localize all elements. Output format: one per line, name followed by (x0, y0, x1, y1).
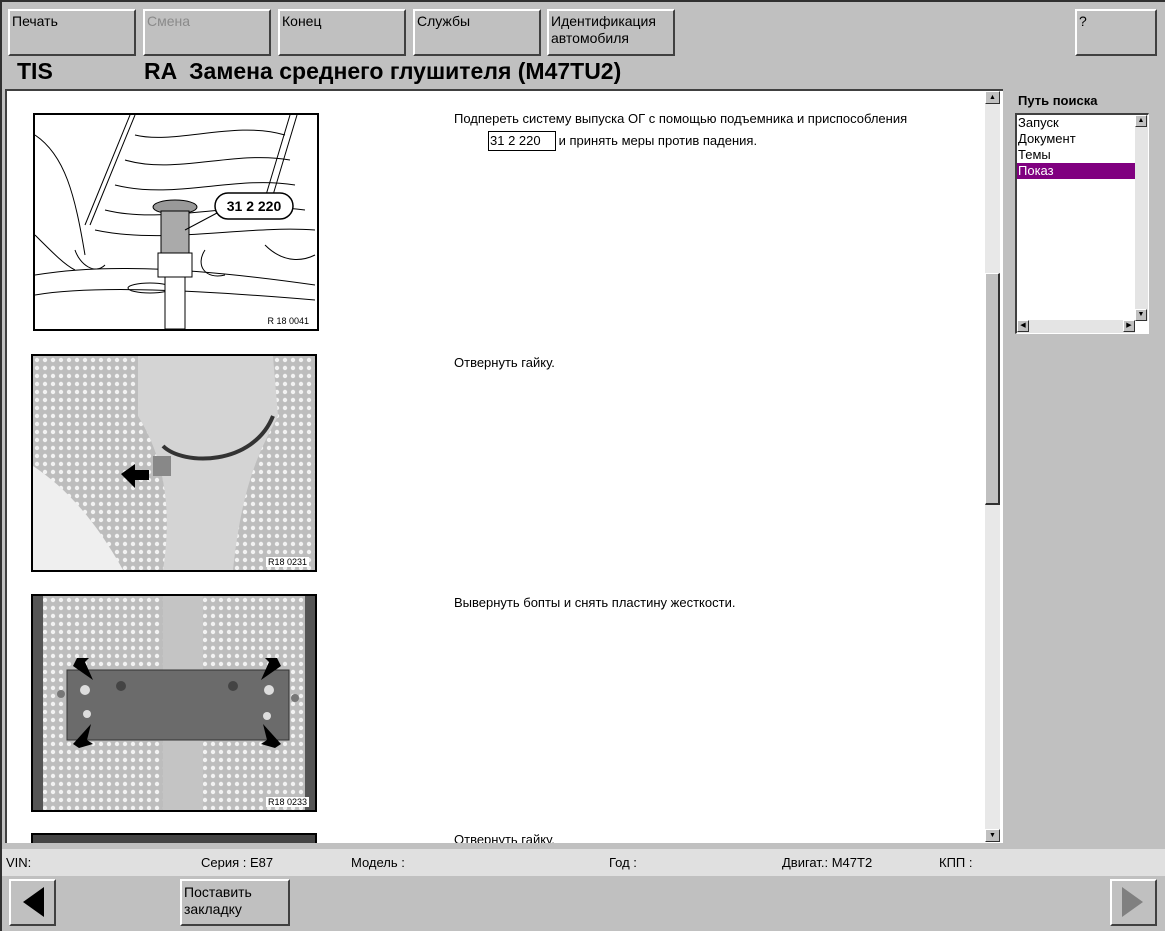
scroll-down-button[interactable]: ▼ (985, 829, 1000, 842)
help-button[interactable]: ? (1075, 9, 1157, 56)
print-button[interactable]: Печать (8, 9, 136, 56)
set-bookmark-button[interactable]: Поставить закладку (180, 879, 290, 926)
next-button[interactable] (1110, 879, 1157, 926)
list-scroll-right-icon[interactable]: ▶ (1123, 320, 1135, 332)
nut-photo (33, 356, 315, 570)
figure-code: R 18 0041 (265, 316, 311, 326)
arrow-left-icon (23, 887, 44, 917)
step-1-text: Подпереть систему выпуска ОГ с помощью п… (454, 108, 924, 152)
figure-code: R18 0231 (265, 557, 309, 567)
list-vertical-scrollbar[interactable]: ▲ ▼ (1135, 115, 1148, 321)
jack-illustration: 31 2 220 (35, 115, 316, 329)
search-path-list[interactable]: Запуск Документ Темы Показ ▲ ▼ ◀ ▶ (1015, 113, 1149, 334)
vehicle-identification-button[interactable]: Идентификация автомобиля (547, 9, 675, 56)
figure-jack-support: 31 2 220 R 18 0041 (33, 113, 319, 331)
tool-number-link[interactable]: 31 2 220 (488, 131, 556, 151)
vehicle-id-label-1: Идентификация (551, 13, 656, 29)
previous-button[interactable] (9, 879, 56, 926)
tool-callout: 31 2 220 (227, 198, 282, 214)
scroll-thumb[interactable] (985, 273, 1000, 505)
search-path-item[interactable]: Документ (1017, 131, 1135, 147)
step-1-text-after: и принять меры против падения. (558, 133, 758, 148)
services-label: Службы (417, 13, 471, 29)
step-2-text: Отвернуть гайку. (454, 355, 555, 370)
end-button[interactable]: Конец (278, 9, 406, 56)
document-scrollbar[interactable]: ▲ ▼ (985, 91, 1000, 842)
bookmark-label-1: Поставить (184, 884, 252, 900)
search-path-item[interactable]: Темы (1017, 147, 1135, 163)
search-path-item-selected[interactable]: Показ (1017, 163, 1135, 179)
list-scroll-left-icon[interactable]: ◀ (1017, 320, 1029, 332)
year-field: Год : (609, 855, 637, 870)
bookmark-label-2: закладку (184, 901, 242, 917)
services-button[interactable]: Службы (413, 9, 541, 56)
series-field: Серия : E87 (201, 855, 274, 870)
step-3-text: Вывернуть бопты и снять пластину жесткос… (454, 595, 736, 610)
transmission-field: КПП : (939, 855, 973, 870)
document-pane: 31 2 220 R 18 0041 Подпереть систему вып… (5, 89, 1003, 843)
list-horizontal-scrollbar[interactable]: ◀ ▶ (1017, 320, 1135, 333)
plate-photo (33, 596, 315, 810)
arrow-right-icon (1122, 887, 1143, 917)
print-label: Печать (12, 13, 58, 29)
page-title: RA Замена среднего глушителя (M47TU2) (144, 58, 622, 84)
vehicle-id-label-2: автомобиля (551, 30, 629, 46)
change-label: Смена (147, 13, 191, 29)
change-button[interactable]: Смена (143, 9, 271, 56)
model-field: Модель : (351, 855, 405, 870)
step-4-text: Отвернуть гайку. (454, 832, 555, 843)
figure-partial (31, 833, 317, 843)
figure-code: R18 0233 (265, 797, 309, 807)
vehicle-status-bar: VIN: Серия : E87 Модель : Год : Двигат.:… (2, 849, 1165, 876)
figure-stiffening-plate: R18 0233 (31, 594, 317, 812)
step-1-text-before: Подпереть систему выпуска ОГ с помощью п… (454, 111, 908, 126)
search-path-item[interactable]: Запуск (1017, 115, 1135, 131)
end-label: Конец (282, 13, 322, 29)
scroll-up-button[interactable]: ▲ (985, 91, 1000, 104)
list-scroll-down-icon[interactable]: ▼ (1135, 309, 1147, 321)
list-scroll-up-icon[interactable]: ▲ (1135, 115, 1147, 127)
help-label: ? (1079, 13, 1087, 29)
figure-nut: R18 0231 (31, 354, 317, 572)
search-path-title: Путь поиска (1018, 93, 1098, 108)
engine-field: Двигат.: M47T2 (782, 855, 873, 870)
vin-field: VIN: (6, 855, 32, 870)
app-name: TIS (17, 58, 53, 84)
